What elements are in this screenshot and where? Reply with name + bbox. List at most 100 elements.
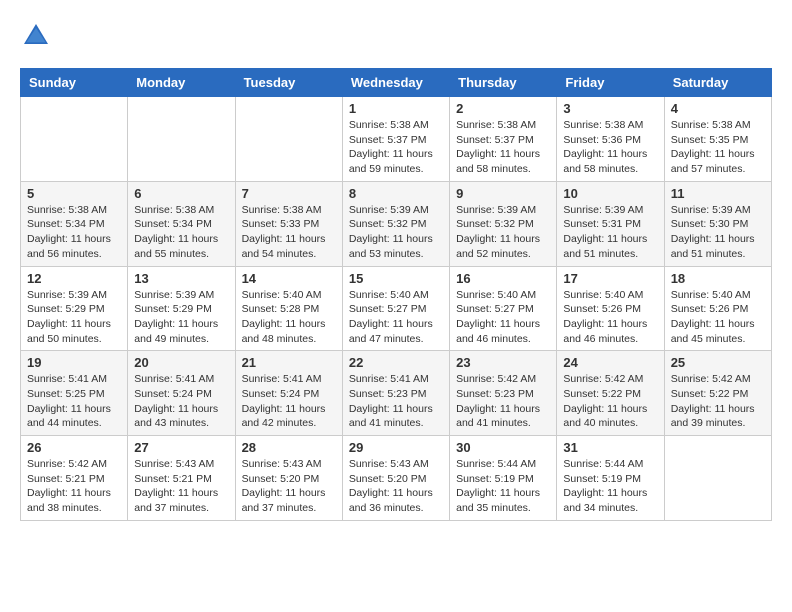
- day-info: Sunrise: 5:38 AM Sunset: 5:33 PM Dayligh…: [242, 203, 336, 262]
- calendar-cell: 1 Sunrise: 5:38 AM Sunset: 5:37 PM Daylig…: [342, 97, 449, 182]
- calendar-cell: 29Sunrise: 5:43 AM Sunset: 5:20 PM Dayli…: [342, 436, 449, 521]
- calendar-cell: [664, 436, 771, 521]
- calendar-cell: 5Sunrise: 5:38 AM Sunset: 5:34 PM Daylig…: [21, 181, 128, 266]
- day-number: 10: [563, 186, 657, 201]
- day-number: 11: [671, 186, 765, 201]
- day-info: Sunrise: 5:41 AM Sunset: 5:25 PM Dayligh…: [27, 372, 121, 431]
- calendar-cell: 12 Sunrise: 5:39 AM Sunset: 5:29 PM Dayli…: [21, 266, 128, 351]
- calendar-cell: 22 Sunrise: 5:41 AM Sunset: 5:23 PM Dayli…: [342, 351, 449, 436]
- day-number: 25: [671, 355, 765, 370]
- day-info: Sunrise: 5:42 AM Sunset: 5:22 PM Dayligh…: [671, 372, 765, 431]
- calendar-cell: 3 Sunrise: 5:38 AM Sunset: 5:36 PM Daylig…: [557, 97, 664, 182]
- day-number: 19: [27, 355, 121, 370]
- day-number: 4: [671, 101, 765, 116]
- day-number: 28: [242, 440, 336, 455]
- day-number: 1: [349, 101, 443, 116]
- day-info: Sunrise: 5:39 AM Sunset: 5:30 PM Dayligh…: [671, 203, 765, 262]
- day-info: Sunrise: 5:39 AM Sunset: 5:31 PM Dayligh…: [563, 203, 657, 262]
- day-info: Sunrise: 5:41 AM Sunset: 5:24 PM Dayligh…: [242, 372, 336, 431]
- calendar-cell: 8 Sunrise: 5:39 AM Sunset: 5:32 PM Daylig…: [342, 181, 449, 266]
- day-info: Sunrise: 5:40 AM Sunset: 5:27 PM Dayligh…: [349, 288, 443, 347]
- day-info: Sunrise: 5:38 AM Sunset: 5:34 PM Dayligh…: [27, 203, 121, 262]
- day-info: Sunrise: 5:41 AM Sunset: 5:24 PM Dayligh…: [134, 372, 228, 431]
- calendar-cell: 23 Sunrise: 5:42 AM Sunset: 5:23 PM Dayli…: [450, 351, 557, 436]
- day-number: 21: [242, 355, 336, 370]
- calendar-cell: [235, 97, 342, 182]
- calendar-cell: 2 Sunrise: 5:38 AM Sunset: 5:37 PM Daylig…: [450, 97, 557, 182]
- day-info: Sunrise: 5:40 AM Sunset: 5:28 PM Dayligh…: [242, 288, 336, 347]
- column-header-monday: Monday: [128, 69, 235, 97]
- calendar-cell: 20 Sunrise: 5:41 AM Sunset: 5:24 PM Dayli…: [128, 351, 235, 436]
- calendar-cell: 7 Sunrise: 5:38 AM Sunset: 5:33 PM Daylig…: [235, 181, 342, 266]
- day-info: Sunrise: 5:39 AM Sunset: 5:29 PM Dayligh…: [27, 288, 121, 347]
- day-info: Sunrise: 5:38 AM Sunset: 5:36 PM Dayligh…: [563, 118, 657, 177]
- day-info: Sunrise: 5:44 AM Sunset: 5:19 PM Dayligh…: [563, 457, 657, 516]
- logo-icon: [20, 20, 52, 52]
- calendar-cell: 14 Sunrise: 5:40 AM Sunset: 5:28 PM Dayli…: [235, 266, 342, 351]
- day-info: Sunrise: 5:43 AM Sunset: 5:20 PM Dayligh…: [349, 457, 443, 516]
- calendar-cell: 17 Sunrise: 5:40 AM Sunset: 5:26 PM Dayli…: [557, 266, 664, 351]
- day-number: 31: [563, 440, 657, 455]
- page-header: [20, 20, 772, 52]
- day-number: 20: [134, 355, 228, 370]
- calendar-week-row: 19 Sunrise: 5:41 AM Sunset: 5:25 PM Dayli…: [21, 351, 772, 436]
- calendar-cell: 18Sunrise: 5:40 AM Sunset: 5:26 PM Dayli…: [664, 266, 771, 351]
- day-info: Sunrise: 5:39 AM Sunset: 5:29 PM Dayligh…: [134, 288, 228, 347]
- column-header-friday: Friday: [557, 69, 664, 97]
- calendar-cell: 28 Sunrise: 5:43 AM Sunset: 5:20 PM Dayli…: [235, 436, 342, 521]
- calendar-cell: 21 Sunrise: 5:41 AM Sunset: 5:24 PM Dayli…: [235, 351, 342, 436]
- column-header-tuesday: Tuesday: [235, 69, 342, 97]
- calendar-week-row: 26Sunrise: 5:42 AM Sunset: 5:21 PM Dayli…: [21, 436, 772, 521]
- calendar-week-row: 1 Sunrise: 5:38 AM Sunset: 5:37 PM Daylig…: [21, 97, 772, 182]
- day-number: 7: [242, 186, 336, 201]
- calendar-week-row: 5Sunrise: 5:38 AM Sunset: 5:34 PM Daylig…: [21, 181, 772, 266]
- day-number: 23: [456, 355, 550, 370]
- calendar-cell: 4Sunrise: 5:38 AM Sunset: 5:35 PM Daylig…: [664, 97, 771, 182]
- day-number: 2: [456, 101, 550, 116]
- day-number: 24: [563, 355, 657, 370]
- calendar-cell: 25 Sunrise: 5:42 AM Sunset: 5:22 PM Dayli…: [664, 351, 771, 436]
- day-number: 30: [456, 440, 550, 455]
- day-info: Sunrise: 5:38 AM Sunset: 5:34 PM Dayligh…: [134, 203, 228, 262]
- calendar-cell: 26Sunrise: 5:42 AM Sunset: 5:21 PM Dayli…: [21, 436, 128, 521]
- calendar-cell: 15Sunrise: 5:40 AM Sunset: 5:27 PM Dayli…: [342, 266, 449, 351]
- calendar-cell: 16 Sunrise: 5:40 AM Sunset: 5:27 PM Dayli…: [450, 266, 557, 351]
- calendar-cell: 19 Sunrise: 5:41 AM Sunset: 5:25 PM Dayli…: [21, 351, 128, 436]
- column-header-saturday: Saturday: [664, 69, 771, 97]
- day-number: 6: [134, 186, 228, 201]
- day-info: Sunrise: 5:40 AM Sunset: 5:26 PM Dayligh…: [563, 288, 657, 347]
- day-number: 3: [563, 101, 657, 116]
- day-number: 16: [456, 271, 550, 286]
- column-header-thursday: Thursday: [450, 69, 557, 97]
- calendar-cell: 6 Sunrise: 5:38 AM Sunset: 5:34 PM Daylig…: [128, 181, 235, 266]
- day-number: 13: [134, 271, 228, 286]
- day-info: Sunrise: 5:39 AM Sunset: 5:32 PM Dayligh…: [349, 203, 443, 262]
- calendar-header-row: SundayMondayTuesdayWednesdayThursdayFrid…: [21, 69, 772, 97]
- calendar-cell: 30Sunrise: 5:44 AM Sunset: 5:19 PM Dayli…: [450, 436, 557, 521]
- day-info: Sunrise: 5:39 AM Sunset: 5:32 PM Dayligh…: [456, 203, 550, 262]
- day-info: Sunrise: 5:42 AM Sunset: 5:23 PM Dayligh…: [456, 372, 550, 431]
- calendar-cell: 13 Sunrise: 5:39 AM Sunset: 5:29 PM Dayli…: [128, 266, 235, 351]
- day-number: 12: [27, 271, 121, 286]
- calendar-cell: [21, 97, 128, 182]
- calendar-cell: 24 Sunrise: 5:42 AM Sunset: 5:22 PM Dayli…: [557, 351, 664, 436]
- day-number: 27: [134, 440, 228, 455]
- day-info: Sunrise: 5:43 AM Sunset: 5:21 PM Dayligh…: [134, 457, 228, 516]
- day-info: Sunrise: 5:42 AM Sunset: 5:22 PM Dayligh…: [563, 372, 657, 431]
- day-info: Sunrise: 5:42 AM Sunset: 5:21 PM Dayligh…: [27, 457, 121, 516]
- calendar-cell: 31 Sunrise: 5:44 AM Sunset: 5:19 PM Dayli…: [557, 436, 664, 521]
- day-info: Sunrise: 5:38 AM Sunset: 5:37 PM Dayligh…: [456, 118, 550, 177]
- logo: [20, 20, 56, 52]
- day-number: 8: [349, 186, 443, 201]
- day-info: Sunrise: 5:38 AM Sunset: 5:37 PM Dayligh…: [349, 118, 443, 177]
- calendar-cell: 27 Sunrise: 5:43 AM Sunset: 5:21 PM Dayli…: [128, 436, 235, 521]
- day-info: Sunrise: 5:41 AM Sunset: 5:23 PM Dayligh…: [349, 372, 443, 431]
- day-number: 22: [349, 355, 443, 370]
- day-number: 17: [563, 271, 657, 286]
- day-number: 14: [242, 271, 336, 286]
- column-header-wednesday: Wednesday: [342, 69, 449, 97]
- day-info: Sunrise: 5:43 AM Sunset: 5:20 PM Dayligh…: [242, 457, 336, 516]
- day-info: Sunrise: 5:40 AM Sunset: 5:27 PM Dayligh…: [456, 288, 550, 347]
- column-header-sunday: Sunday: [21, 69, 128, 97]
- day-number: 9: [456, 186, 550, 201]
